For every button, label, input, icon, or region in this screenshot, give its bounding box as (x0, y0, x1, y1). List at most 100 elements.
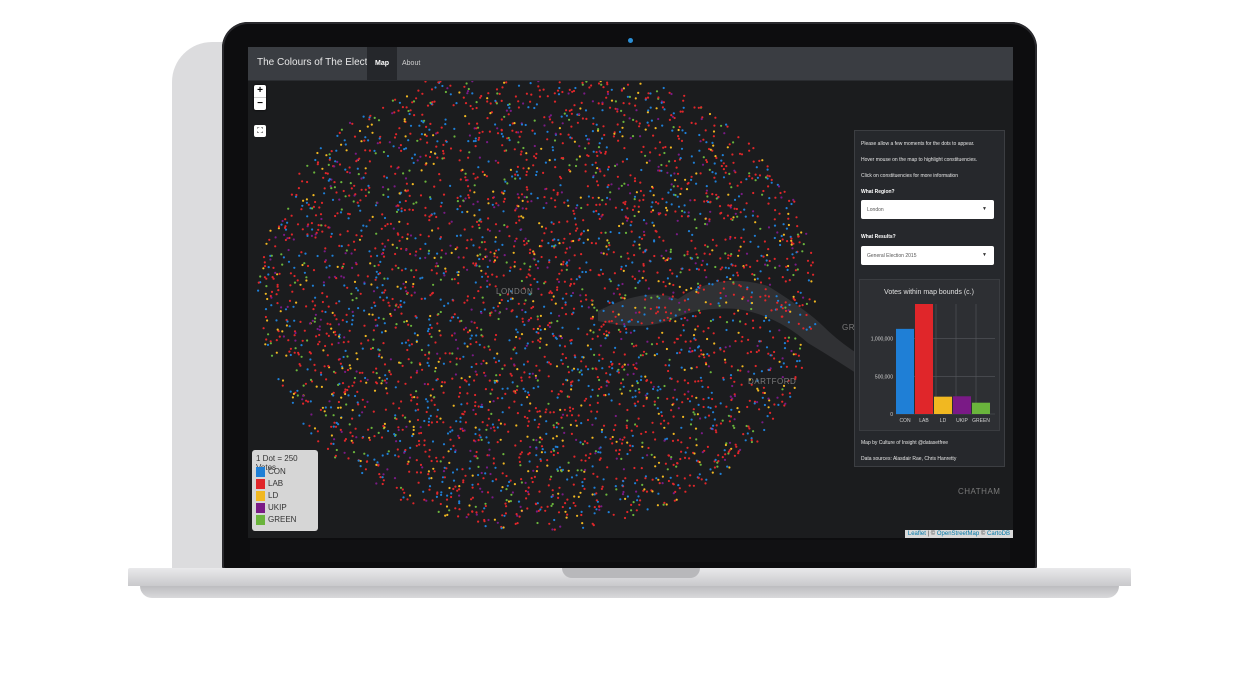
vote-dot (382, 299, 385, 302)
vote-dot (515, 315, 518, 318)
results-select[interactable]: General Election 2015 ▼ (861, 246, 994, 265)
vote-dot (536, 502, 539, 505)
vote-dot (576, 514, 579, 517)
fullscreen-icon[interactable]: ⛶ (254, 125, 266, 137)
vote-dot (394, 98, 397, 101)
vote-dot (297, 353, 300, 356)
vote-dot (625, 327, 628, 330)
vote-dot (597, 451, 600, 454)
vote-dot (447, 450, 450, 453)
map[interactable]: LONDON DARTFORD CHATHAM GRA + − ⛶ 1 Dot … (248, 81, 1013, 538)
vote-dot (615, 477, 618, 480)
vote-dot (440, 493, 443, 496)
vote-dot (284, 238, 287, 242)
vote-dot (353, 381, 356, 384)
vote-dot (728, 449, 731, 452)
vote-dot (367, 339, 370, 342)
vote-dot (539, 337, 542, 340)
vote-dot (726, 125, 729, 128)
vote-dot (387, 301, 390, 304)
vote-dot (680, 147, 684, 150)
vote-dot (288, 299, 292, 302)
vote-dot (464, 197, 467, 200)
vote-dot (399, 498, 402, 501)
vote-dot (520, 379, 523, 382)
vote-dot (505, 488, 508, 491)
vote-dot (263, 276, 266, 279)
vote-dot (724, 266, 727, 269)
vote-dot (688, 484, 691, 487)
vote-dot (787, 321, 791, 324)
vote-dot (597, 237, 600, 240)
vote-dot (563, 345, 567, 348)
vote-dot (371, 131, 374, 134)
tab-about[interactable]: About (394, 47, 428, 80)
vote-dot (399, 439, 402, 443)
vote-dot (424, 81, 427, 83)
results-label: What Results? (861, 234, 896, 240)
leaflet-link[interactable]: Leaflet (908, 531, 926, 537)
vote-dot (405, 106, 408, 109)
vote-dot (478, 434, 481, 437)
vote-dot (683, 456, 687, 459)
chevron-down-icon: ▼ (982, 252, 987, 258)
vote-dot (545, 432, 548, 435)
vote-dot (551, 502, 554, 506)
vote-dot (783, 347, 787, 350)
vote-dot (695, 226, 698, 230)
vote-dot (536, 379, 539, 382)
vote-dot (549, 363, 552, 366)
vote-dot (505, 499, 508, 502)
vote-dot (434, 86, 437, 89)
vote-dot (722, 168, 725, 171)
carto-link[interactable]: CartoDB (987, 531, 1010, 537)
vote-dot (798, 359, 801, 362)
vote-dot (652, 385, 655, 388)
vote-dot (721, 456, 724, 459)
vote-dot (670, 92, 673, 96)
vote-dot (384, 289, 387, 292)
tab-map[interactable]: Map (367, 47, 397, 80)
vote-dot (715, 244, 718, 247)
vote-dot (502, 274, 505, 277)
vote-dot (262, 327, 265, 330)
vote-dot (470, 498, 473, 501)
osm-link[interactable]: OpenStreetMap (937, 531, 979, 537)
zoom-in-button[interactable]: + (254, 85, 266, 97)
vote-dot (501, 144, 504, 147)
vote-dot (484, 248, 487, 251)
vote-dot (639, 82, 642, 85)
vote-dot (622, 468, 625, 471)
vote-dot (335, 149, 338, 152)
vote-dot (674, 210, 677, 213)
vote-dot (704, 244, 707, 247)
vote-dot (739, 448, 742, 451)
vote-dot (478, 343, 481, 346)
vote-dot (487, 202, 490, 205)
vote-dot (724, 252, 727, 255)
vote-dot (649, 190, 652, 193)
vote-dot (406, 498, 409, 501)
vote-dot (316, 254, 319, 258)
vote-dot (540, 293, 543, 296)
vote-dot (709, 468, 712, 471)
vote-dot (425, 398, 428, 401)
vote-dot (508, 139, 511, 142)
zoom-out-button[interactable]: − (254, 97, 266, 110)
vote-dot (347, 394, 350, 397)
vote-dot (740, 383, 743, 386)
vote-dot (427, 470, 430, 473)
vote-dot (542, 88, 545, 91)
vote-dot (412, 202, 415, 205)
vote-dot (606, 196, 609, 199)
vote-dot (476, 326, 479, 329)
vote-dot (325, 378, 328, 381)
vote-dot (523, 195, 526, 199)
vote-dot (540, 451, 543, 454)
vote-dot (665, 347, 668, 351)
region-select[interactable]: London ▼ (861, 200, 994, 219)
vote-dot (329, 235, 333, 238)
vote-dot (545, 343, 548, 346)
vote-dot (524, 299, 527, 302)
vote-dot (583, 487, 586, 490)
